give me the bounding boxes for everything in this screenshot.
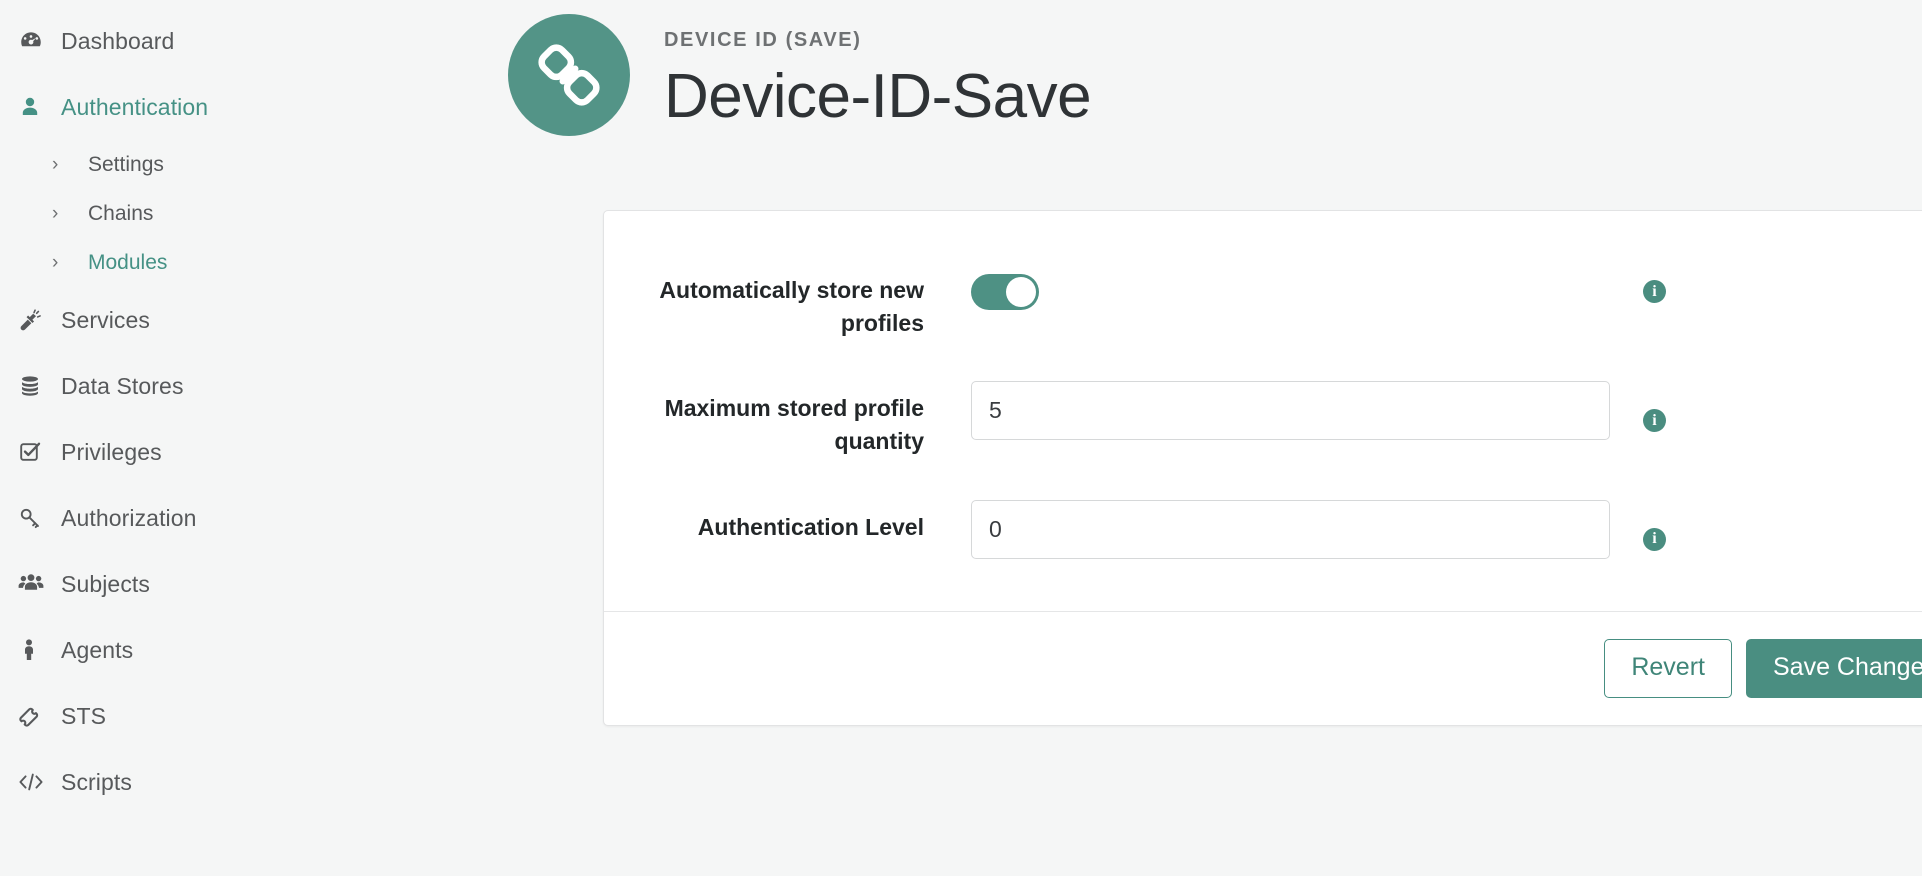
app-root: Dashboard Authentication › Settings › Ch… (0, 0, 1922, 876)
save-changes-button[interactable]: Save Changes (1745, 638, 1922, 698)
form-label: Automatically store new profiles (659, 277, 924, 336)
sidebar-item-dashboard[interactable]: Dashboard (0, 8, 500, 74)
sidebar-item-subjects[interactable]: Subjects (0, 551, 500, 617)
sidebar-item-scripts[interactable]: Scripts (0, 749, 500, 815)
database-icon (18, 374, 52, 398)
sidebar-item-label: Subjects (61, 570, 151, 597)
sidebar-item-sts[interactable]: STS (0, 683, 500, 749)
sidebar-item-label: Authentication (61, 93, 209, 120)
sidebar-item-privileges[interactable]: Privileges (0, 419, 500, 485)
auto-store-profiles-toggle[interactable] (971, 274, 1039, 310)
page-header: DEVICE ID (SAVE) Device-ID-Save (500, 0, 1922, 172)
sidebar-item-agents[interactable]: Agents (0, 617, 500, 683)
sidebar-item-label: Authorization (61, 504, 197, 531)
dashboard-icon (18, 28, 52, 54)
main-content: DEVICE ID (SAVE) Device-ID-Save Automati… (500, 0, 1922, 876)
toggle-knob (1006, 277, 1036, 307)
sidebar-item-authorization[interactable]: Authorization (0, 485, 500, 551)
settings-form: Automatically store new profiles i Maxim… (604, 211, 1922, 611)
sidebar-item-modules[interactable]: › Modules (0, 238, 500, 287)
users-icon (18, 571, 52, 597)
sidebar-item-label: Scripts (61, 768, 132, 795)
sidebar-subitem-label: Chains (88, 201, 154, 225)
form-label: Authentication Level (697, 513, 924, 540)
form-control (971, 381, 1610, 441)
form-row-max-stored-profile-quantity: Maximum stored profile quantity i (604, 381, 1922, 457)
sidebar-item-label: STS (61, 702, 107, 729)
chevron-right-icon: › (52, 154, 59, 175)
chain-link-icon (508, 14, 630, 136)
page-title: Device-ID-Save (664, 62, 1092, 131)
sidebar-item-data-stores[interactable]: Data Stores (0, 353, 500, 419)
user-icon (18, 95, 52, 119)
sidebar-item-label: Services (61, 306, 150, 333)
info-icon[interactable]: i (1643, 280, 1666, 303)
ticket-icon (18, 704, 52, 729)
authentication-level-input[interactable] (971, 499, 1610, 559)
form-control (971, 263, 1610, 310)
sidebar-item-services[interactable]: Services (0, 287, 500, 353)
sidebar: Dashboard Authentication › Settings › Ch… (0, 0, 500, 876)
sidebar-item-authentication[interactable]: Authentication (0, 74, 500, 140)
sidebar-item-chains[interactable]: › Chains (0, 189, 500, 238)
form-row-authentication-level: Authentication Level i (604, 499, 1922, 559)
plug-icon (18, 308, 52, 333)
sidebar-item-label: Dashboard (61, 27, 175, 54)
sidebar-subitem-label: Settings (88, 152, 164, 176)
code-icon (18, 771, 52, 793)
sidebar-item-settings[interactable]: › Settings (0, 140, 500, 189)
chevron-right-icon: › (52, 252, 59, 273)
page-eyebrow: DEVICE ID (SAVE) (664, 29, 862, 51)
sidebar-item-label: Privileges (61, 438, 162, 465)
chevron-right-icon: › (52, 203, 59, 224)
form-row-auto-store-profiles: Automatically store new profiles i (604, 263, 1922, 339)
page-header-text: DEVICE ID (SAVE) Device-ID-Save (664, 14, 1092, 172)
key-icon (18, 506, 52, 530)
info-icon[interactable]: i (1643, 527, 1666, 551)
form-label: Maximum stored profile quantity (664, 395, 924, 454)
form-control (971, 499, 1610, 559)
sidebar-subnav-authentication: › Settings › Chains › Modules (0, 140, 500, 287)
max-stored-profile-quantity-input[interactable] (971, 381, 1610, 441)
info-icon[interactable]: i (1643, 409, 1666, 433)
sidebar-subitem-label: Modules (88, 250, 168, 274)
person-icon (18, 638, 52, 662)
settings-panel: Automatically store new profiles i Maxim… (603, 210, 1922, 726)
sidebar-item-label: Data Stores (61, 372, 184, 399)
sidebar-item-label: Agents (61, 636, 134, 663)
panel-footer: Revert Save Changes (604, 610, 1922, 725)
checkbox-icon (18, 440, 52, 464)
revert-button[interactable]: Revert (1604, 638, 1732, 698)
